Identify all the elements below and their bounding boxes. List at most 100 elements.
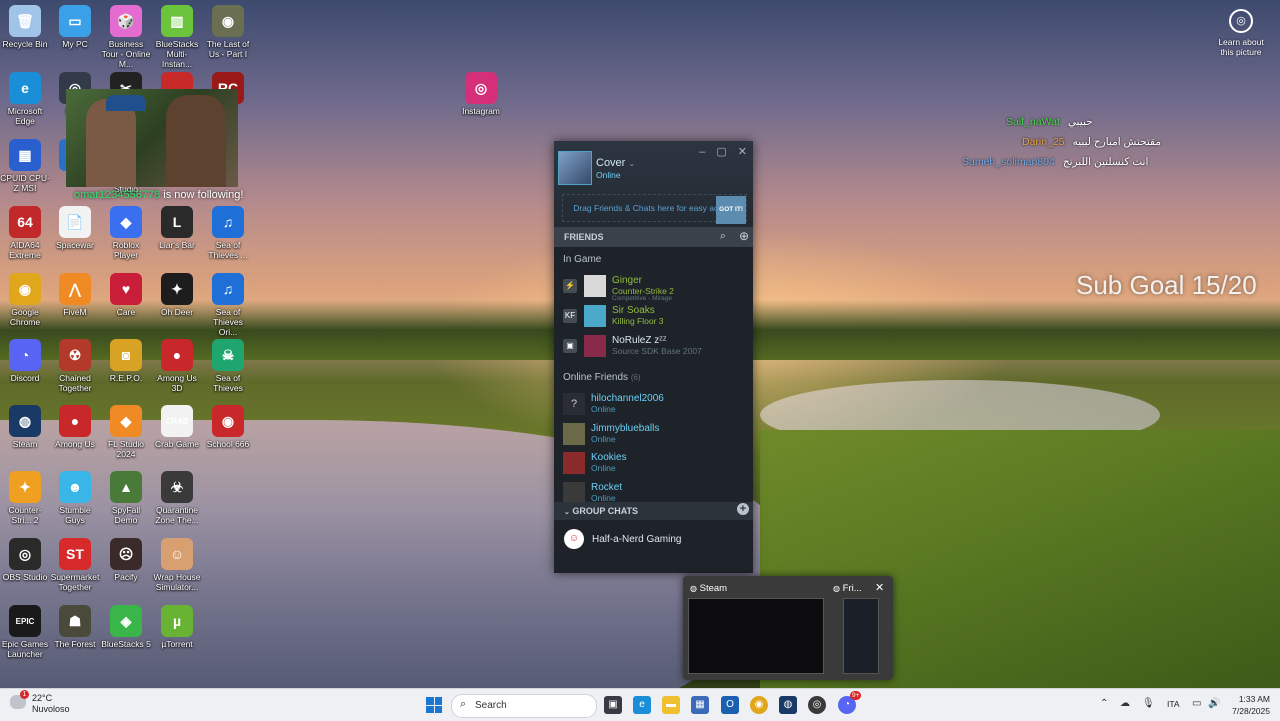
taskbar-search[interactable]: ⌕ Search [451, 694, 597, 718]
desktop-icon-roblox-player[interactable]: ◆ Roblox Player [101, 206, 151, 260]
file-explorer-icon[interactable]: ▬ [662, 696, 680, 714]
volume-icon[interactable]: 🔊 [1208, 698, 1220, 709]
steam-icon[interactable]: ◍ [779, 696, 797, 714]
close-icon[interactable]: ✕ [738, 146, 747, 158]
in-game-friend[interactable]: ⚡ Ginger Counter-Strike 2 Competitive - Mir… [554, 272, 753, 302]
search-icon[interactable]: ⌕ [720, 230, 726, 243]
desktop-icon-recycle-bin[interactable]: 🗑 Recycle Bin [0, 5, 50, 49]
friend-status: Online [591, 463, 616, 473]
add-group-chat-icon[interactable]: + [737, 503, 749, 515]
in-game-friend[interactable]: KF Sir Soaks Killing Floor 3 [554, 302, 753, 330]
desktop-icon-aida64-extreme[interactable]: 64 AIDA64 Extreme [0, 206, 50, 260]
drag-friends-hint: Drag Friends & Chats here for easy acces… [562, 194, 747, 224]
in-game-friend[interactable]: ▣ NoRuleZ zᶻᶻ Source SDK Base 2007 [554, 332, 753, 360]
desktop-icon-fl-studio-2024[interactable]: ◆ FL Studio 2024 [101, 405, 151, 459]
desktop-icon-stumble-guys[interactable]: ☻ Stumble Guys [50, 471, 100, 525]
friend-game-detail: Competitive - Mirage [612, 295, 672, 302]
chevron-down-icon: ⌄ [564, 509, 570, 516]
spyfall-demo-icon: ▲ [110, 471, 142, 503]
desktop-icon-my-pc[interactable]: ▭ My PC [50, 5, 100, 49]
desktop-icon-sea-of-thieves[interactable]: ☠ Sea of Thieves [203, 339, 253, 393]
desktop-icon-cpuid-cpu-z-msi[interactable]: ▦ CPUID CPU-Z MSI [0, 139, 50, 193]
show-hidden-icons[interactable]: ⌃ [1100, 698, 1108, 709]
preview-title-steam[interactable]: ◍ Steam [690, 583, 727, 594]
edge-icon[interactable]: e [633, 696, 651, 714]
desktop-icon-google-chrome[interactable]: ◉ Google Chrome [0, 273, 50, 327]
outlook-icon[interactable]: O [721, 696, 739, 714]
preview-thumbnail-steam[interactable] [688, 598, 824, 674]
desktop-icon-label: Spacewar [56, 240, 94, 250]
desktop-icon-care[interactable]: ♥ Care [101, 273, 151, 317]
network-icon[interactable]: ▭ [1192, 698, 1201, 709]
desktop-icon-torrent[interactable]: µ µTorrent [152, 605, 202, 649]
desktop-icon-microsoft-edge[interactable]: e Microsoft Edge [0, 72, 50, 126]
online-friend[interactable]: ? hilochannel2006 Online [554, 390, 753, 418]
webcam-person-left [86, 95, 146, 187]
got-it-button[interactable]: GOT IT! [716, 196, 746, 224]
chained-together-icon: ☢ [59, 339, 91, 371]
language-indicator[interactable]: ITA [1167, 699, 1180, 709]
desktop-icon-wrap-house-simulator[interactable]: ☺ Wrap House Simulator... [152, 538, 202, 592]
friend-name: NoRuleZ zᶻᶻ [612, 335, 667, 346]
desktop-icon-r-e-p-o[interactable]: ◙ R.E.P.O. [101, 339, 151, 383]
obs-icon[interactable]: ◎ [808, 696, 826, 714]
desktop-icon-business-tour-online-m[interactable]: 🎲 Business Tour - Online M... [101, 5, 151, 69]
desktop-icon-spacewar[interactable]: 📄 Spacewar [50, 206, 100, 250]
desktop-icon-the-forest[interactable]: ☗ The Forest [50, 605, 100, 649]
desktop-icon-fivem[interactable]: ⋀ FiveM [50, 273, 100, 317]
desktop-icon-pacify[interactable]: ☹ Pacify [101, 538, 151, 582]
desktop-icon-bluestacks-5[interactable]: ◈ BlueStacks 5 [101, 605, 151, 649]
group-chats-header[interactable]: ⌄ GROUP CHATS [564, 506, 638, 516]
desktop-icon-chained-together[interactable]: ☢ Chained Together [50, 339, 100, 393]
desktop-icon-epic-games-launcher[interactable]: EPIC Epic Games Launcher [0, 605, 50, 659]
user-avatar[interactable] [558, 151, 592, 185]
microphone-icon[interactable]: 🎙 [1142, 698, 1155, 709]
desktop-icon-oh-deer[interactable]: ✦ Oh Deer [152, 273, 202, 317]
online-friend[interactable]: Kookies Online [554, 449, 753, 477]
desktop-icon-label: Pacify [114, 572, 138, 582]
user-name[interactable]: Cover ⌄ [596, 157, 635, 169]
desktop-icon-label: Instagram [462, 106, 500, 116]
online-friend[interactable]: Jimmyblueballs Online [554, 420, 753, 448]
desktop-icon-crab-game[interactable]: CRAB Crab Game [152, 405, 202, 449]
desktop-icon-among-us-3d[interactable]: ● Among Us 3D [152, 339, 202, 393]
desktop-icon-instagram[interactable]: ◎ Instagram [456, 72, 506, 116]
desktop-icon-spyfall-demo[interactable]: ▲ SpyFall Demo [101, 471, 151, 525]
learn-about-picture[interactable]: ◎ Learn about this picture [1216, 9, 1266, 57]
minimize-icon[interactable]: – [699, 146, 716, 158]
chrome-icon[interactable]: ◉ [750, 696, 768, 714]
steam-icon: ◍ [9, 405, 41, 437]
desktop-icon-bluestacks-multi-instan[interactable]: ▥ BlueStacks Multi-Instan... [152, 5, 202, 69]
preview-close-icon[interactable]: ✕ [875, 581, 884, 594]
desktop-icon-sea-of-thieves-ori[interactable]: ♫ Sea of Thieves Ori... [203, 273, 253, 337]
preview-thumbnail-friends[interactable] [843, 598, 879, 674]
chat-text: حبيبي [1067, 116, 1093, 128]
desktop-icon-the-last-of-us-part-i[interactable]: ◉ The Last of Us - Part I [203, 5, 253, 59]
group-chat-item[interactable]: ☺ Half-a-Nerd Gaming [554, 524, 753, 554]
aida64-extreme-icon: 64 [9, 206, 41, 238]
onedrive-icon[interactable]: ☁ [1120, 698, 1130, 709]
desktop-icon-school-666[interactable]: ◉ School 666 [203, 405, 253, 449]
task-view-icon[interactable]: ▣ [604, 696, 622, 714]
preview-title-friends[interactable]: ◍ Fri... [833, 583, 862, 594]
maximize-icon[interactable]: ▢ [716, 146, 737, 158]
desktop-icon-among-us[interactable]: ● Among Us [50, 405, 100, 449]
desktop-icon-obs-studio[interactable]: ◎ OBS Studio [0, 538, 50, 582]
webcam-overlay [66, 89, 238, 187]
desktop-icon-label: The Forest [54, 639, 96, 649]
start-button[interactable] [426, 697, 442, 713]
desktop-icon-steam[interactable]: ◍ Steam [0, 405, 50, 449]
desktop-icon-counter-stri-2[interactable]: ✦ Counter-Stri... 2 [0, 471, 50, 525]
desktop-icon-discord[interactable]: ◔ Discord [0, 339, 50, 383]
add-friend-icon[interactable]: ⊕ [739, 229, 749, 243]
wrap-house-simulator-icon: ☺ [161, 538, 193, 570]
friends-header: FRIENDS [564, 232, 604, 242]
desktop-icon-supermarket-together[interactable]: ST Supermarket Together [50, 538, 100, 592]
desktop-icon-sea-of-thieves[interactable]: ♫ Sea of Thieves ... [203, 206, 253, 260]
store-icon[interactable]: ▦ [691, 696, 709, 714]
desktop-icon-quarantine-zone-the[interactable]: ☣ Quarantine Zone The... [152, 471, 202, 525]
taskbar-clock[interactable]: 1:33 AM 7/28/2025 [1226, 693, 1270, 717]
friend-avatar [563, 452, 585, 474]
desktop-icon-liar-s-bar[interactable]: L Liar's Bar [152, 206, 202, 250]
sub-goal-text: Sub Goal 15/20 [1076, 270, 1257, 300]
